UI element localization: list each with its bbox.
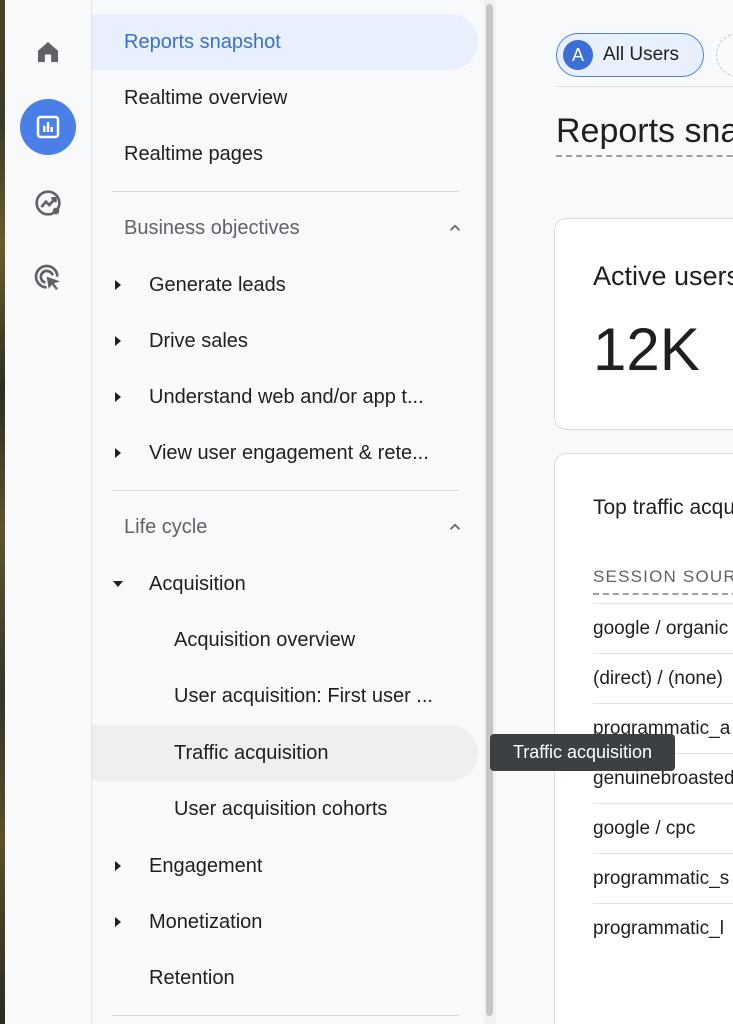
table-row: programmatic_l <box>593 903 733 953</box>
divider <box>112 490 459 491</box>
nav-item-user-acquisition-cohorts[interactable]: User acquisition cohorts <box>174 786 474 832</box>
rail-home-button[interactable] <box>20 24 76 80</box>
main-content: A All Users Reports snapshot Active user… <box>496 0 733 1024</box>
table-row: programmatic_s <box>593 853 733 903</box>
section-title: Life cycle <box>124 515 208 538</box>
avatar: A <box>563 40 593 70</box>
nav-item-traffic-acquisition[interactable]: Traffic acquisition <box>174 730 474 776</box>
caret-right-icon[interactable] <box>112 335 124 347</box>
icon-rail <box>5 0 92 1024</box>
nav-item-reports-snapshot-text[interactable]: Reports snapshot <box>124 19 474 65</box>
nav-item-label: Drive sales <box>149 329 248 352</box>
section-business-objectives[interactable]: Business objectives <box>124 205 464 251</box>
home-icon <box>38 42 58 62</box>
chip-label: All Users <box>603 44 680 65</box>
nav-item-label: Traffic acquisition <box>174 741 329 764</box>
nav-item-label: Engagement <box>149 854 263 877</box>
nav-item-generate-leads[interactable]: Generate leads <box>149 262 474 308</box>
caret-right-icon[interactable] <box>112 279 124 291</box>
nav-item-label: Monetization <box>149 910 263 933</box>
reports-icon <box>36 115 60 139</box>
nav-item-understand-traffic[interactable]: Understand web and/or app t... <box>149 374 474 420</box>
divider <box>112 1015 459 1016</box>
nav-item-drive-sales[interactable]: Drive sales <box>149 318 474 364</box>
nav-item-engagement[interactable]: Engagement <box>149 843 474 889</box>
nav-item-label: Acquisition <box>149 572 246 595</box>
nav-item-label: Reports snapshot <box>124 30 281 53</box>
nav-item-label: User acquisition cohorts <box>174 797 388 820</box>
nav-item-realtime-overview[interactable]: Realtime overview <box>124 75 474 121</box>
scrollbar-thumb[interactable] <box>486 4 493 1016</box>
all-users-chip[interactable]: A All Users <box>556 33 704 77</box>
caret-right-icon[interactable] <box>112 860 124 872</box>
nav-item-monetization[interactable]: Monetization <box>149 899 474 945</box>
rail-reports-button[interactable] <box>20 99 76 155</box>
divider <box>556 86 733 87</box>
section-title: Business objectives <box>124 216 300 239</box>
add-comparison-chip[interactable] <box>716 33 733 77</box>
caret-down-icon[interactable] <box>112 578 124 590</box>
nav-item-label: Retention <box>149 966 235 989</box>
divider <box>112 191 459 192</box>
caret-right-icon[interactable] <box>112 447 124 459</box>
table-row: (direct) / (none) <box>593 653 733 703</box>
nav-item-label: Realtime pages <box>124 142 263 165</box>
nav-item-realtime-pages[interactable]: Realtime pages <box>124 131 474 177</box>
advertising-icon <box>34 264 60 290</box>
nav-item-label: Understand web and/or app t... <box>149 385 424 408</box>
column-header[interactable]: SESSION SOURCE / MEDIUM <box>593 567 733 595</box>
nav-item-label: Acquisition overview <box>174 628 356 651</box>
chevron-up-icon <box>449 224 461 231</box>
page-title: Reports snapshot <box>556 112 733 157</box>
explore-icon <box>35 190 61 216</box>
nav-item-label: Generate leads <box>149 273 286 296</box>
nav-item-user-acquisition[interactable]: User acquisition: First user ... <box>174 673 474 719</box>
card-title: Active users <box>593 261 733 291</box>
section-life-cycle[interactable]: Life cycle <box>124 504 464 550</box>
caret-right-icon[interactable] <box>112 916 124 928</box>
nav-scrollbar[interactable] <box>484 0 496 1024</box>
nav-item-label: User acquisition: First user ... <box>174 684 433 707</box>
card-title: Top traffic acquisition <box>593 496 733 519</box>
nav-item-acquisition[interactable]: Acquisition <box>149 561 474 607</box>
nav-item-retention[interactable]: Retention <box>149 955 474 1001</box>
metric-value: 12K <box>593 316 700 383</box>
nav-item-label: Realtime overview <box>124 86 288 109</box>
rail-explore-button[interactable] <box>20 175 76 231</box>
nav-item-label: View user engagement & rete... <box>149 441 429 464</box>
rail-advertising-button[interactable] <box>20 250 76 306</box>
caret-right-icon[interactable] <box>112 391 124 403</box>
active-users-card[interactable]: Active users 12K <box>554 218 733 430</box>
nav-item-acquisition-overview[interactable]: Acquisition overview <box>174 617 474 663</box>
report-nav-panel: Reports snapshot Realtime overview Realt… <box>92 0 484 1024</box>
tooltip: Traffic acquisition <box>490 734 675 771</box>
nav-item-view-engagement[interactable]: View user engagement & rete... <box>149 430 474 476</box>
table-row: google / organic <box>593 603 733 653</box>
chevron-up-icon <box>449 523 461 530</box>
table-row: google / cpc <box>593 803 733 853</box>
